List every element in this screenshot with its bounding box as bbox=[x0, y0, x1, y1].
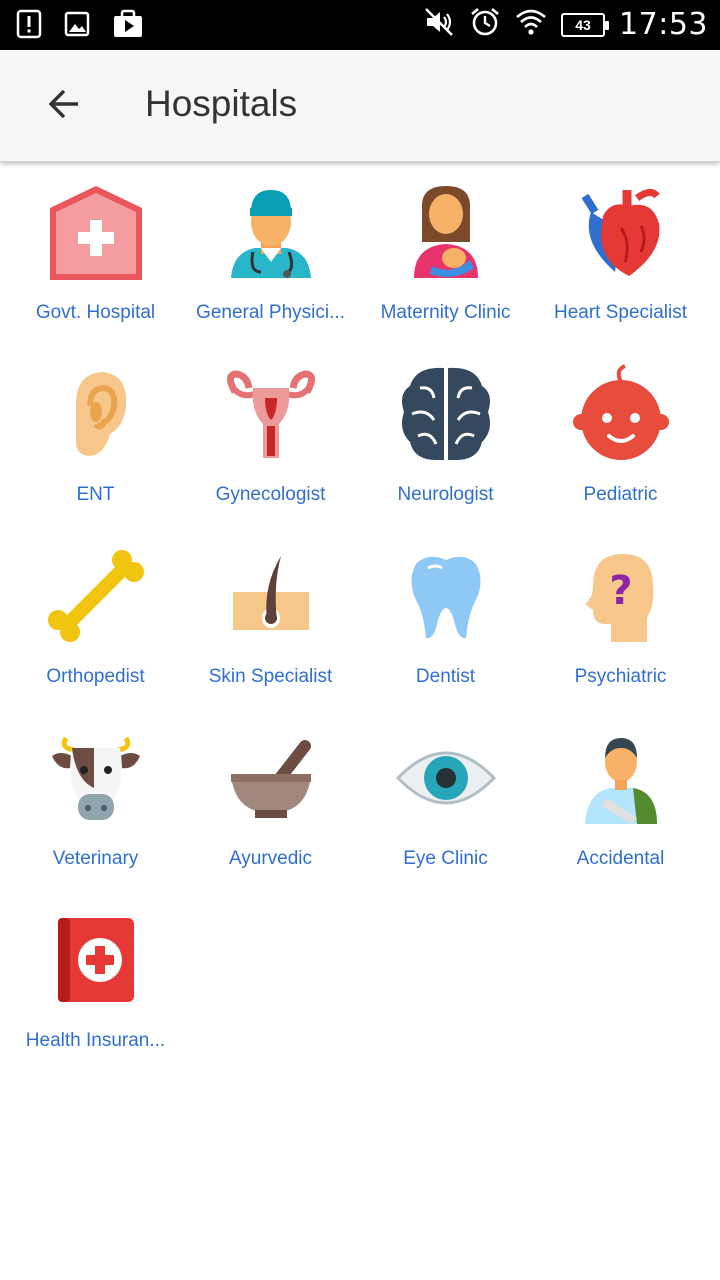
uterus-icon bbox=[221, 364, 321, 464]
cow-icon bbox=[46, 728, 146, 828]
category-label: ENT bbox=[76, 484, 115, 505]
category-govt-hospital[interactable]: Govt. Hospital bbox=[8, 178, 183, 360]
play-store-icon bbox=[112, 9, 144, 44]
category-dentist[interactable]: Dentist bbox=[358, 542, 533, 724]
head-question-icon: ? bbox=[571, 546, 671, 646]
heart-organ-icon bbox=[571, 182, 671, 282]
category-label: Maternity Clinic bbox=[380, 302, 511, 323]
category-heart-specialist[interactable]: Heart Specialist bbox=[533, 178, 708, 360]
bone-icon bbox=[46, 546, 146, 646]
category-label: Eye Clinic bbox=[403, 848, 488, 869]
arrow-back-icon bbox=[46, 86, 82, 127]
injured-person-icon bbox=[571, 728, 671, 828]
battery-icon: 43 bbox=[561, 12, 610, 37]
battery-level: 43 bbox=[575, 16, 591, 33]
page-title: Hospitals bbox=[145, 83, 298, 124]
mute-icon bbox=[423, 6, 455, 43]
category-grid: Govt. Hospital General Physici... Matern… bbox=[8, 178, 712, 1088]
status-bar: 43 17:53 bbox=[0, 0, 720, 50]
category-maternity-clinic[interactable]: Maternity Clinic bbox=[358, 178, 533, 360]
brain-icon bbox=[396, 364, 496, 464]
mother-baby-icon bbox=[396, 182, 496, 282]
back-button[interactable] bbox=[32, 74, 96, 138]
category-ayurvedic[interactable]: Ayurvedic bbox=[183, 724, 358, 906]
image-icon bbox=[64, 10, 90, 43]
category-general-physician[interactable]: General Physici... bbox=[183, 178, 358, 360]
category-gynecologist[interactable]: Gynecologist bbox=[183, 360, 358, 542]
category-label: Neurologist bbox=[397, 484, 494, 505]
category-label: Skin Specialist bbox=[208, 666, 333, 687]
wifi-icon bbox=[515, 8, 547, 41]
category-label: Orthopedist bbox=[46, 666, 145, 687]
category-label: Govt. Hospital bbox=[35, 302, 156, 323]
category-label: Ayurvedic bbox=[228, 848, 313, 869]
app-bar: Hospitals bbox=[0, 50, 720, 162]
svg-text:?: ? bbox=[609, 568, 632, 614]
clock-time: 17:53 bbox=[619, 7, 708, 42]
category-label: Dentist bbox=[415, 666, 476, 687]
category-label: Accidental bbox=[576, 848, 665, 869]
category-veterinary[interactable]: Veterinary bbox=[8, 724, 183, 906]
category-label: Veterinary bbox=[52, 848, 139, 869]
category-label: Pediatric bbox=[583, 484, 658, 505]
category-label: Psychiatric bbox=[574, 666, 667, 687]
category-label: Gynecologist bbox=[215, 484, 326, 505]
eye-icon bbox=[395, 728, 496, 828]
baby-face-icon bbox=[571, 364, 671, 464]
tooth-icon bbox=[396, 546, 496, 646]
category-health-insurance[interactable]: Health Insuran... bbox=[8, 906, 183, 1088]
hospital-icon bbox=[46, 182, 146, 282]
category-label: General Physici... bbox=[196, 302, 345, 323]
category-label: Heart Specialist bbox=[553, 302, 688, 323]
category-neurologist[interactable]: Neurologist bbox=[358, 360, 533, 542]
doctor-icon bbox=[221, 182, 321, 282]
category-skin-specialist[interactable]: Skin Specialist bbox=[183, 542, 358, 724]
category-label: Health Insuran... bbox=[25, 1030, 166, 1051]
category-eye-clinic[interactable]: Eye Clinic bbox=[358, 724, 533, 906]
category-psychiatric[interactable]: ? Psychiatric bbox=[533, 542, 708, 724]
alert-icon bbox=[16, 9, 42, 44]
skin-hair-icon bbox=[221, 546, 321, 646]
category-orthopedist[interactable]: Orthopedist bbox=[8, 542, 183, 724]
category-ent[interactable]: ENT bbox=[8, 360, 183, 542]
medical-book-icon bbox=[46, 910, 146, 1010]
category-accidental[interactable]: Accidental bbox=[533, 724, 708, 906]
mortar-pestle-icon bbox=[221, 728, 321, 828]
alarm-icon bbox=[469, 6, 501, 43]
ear-icon bbox=[46, 364, 146, 464]
category-pediatric[interactable]: Pediatric bbox=[533, 360, 708, 542]
